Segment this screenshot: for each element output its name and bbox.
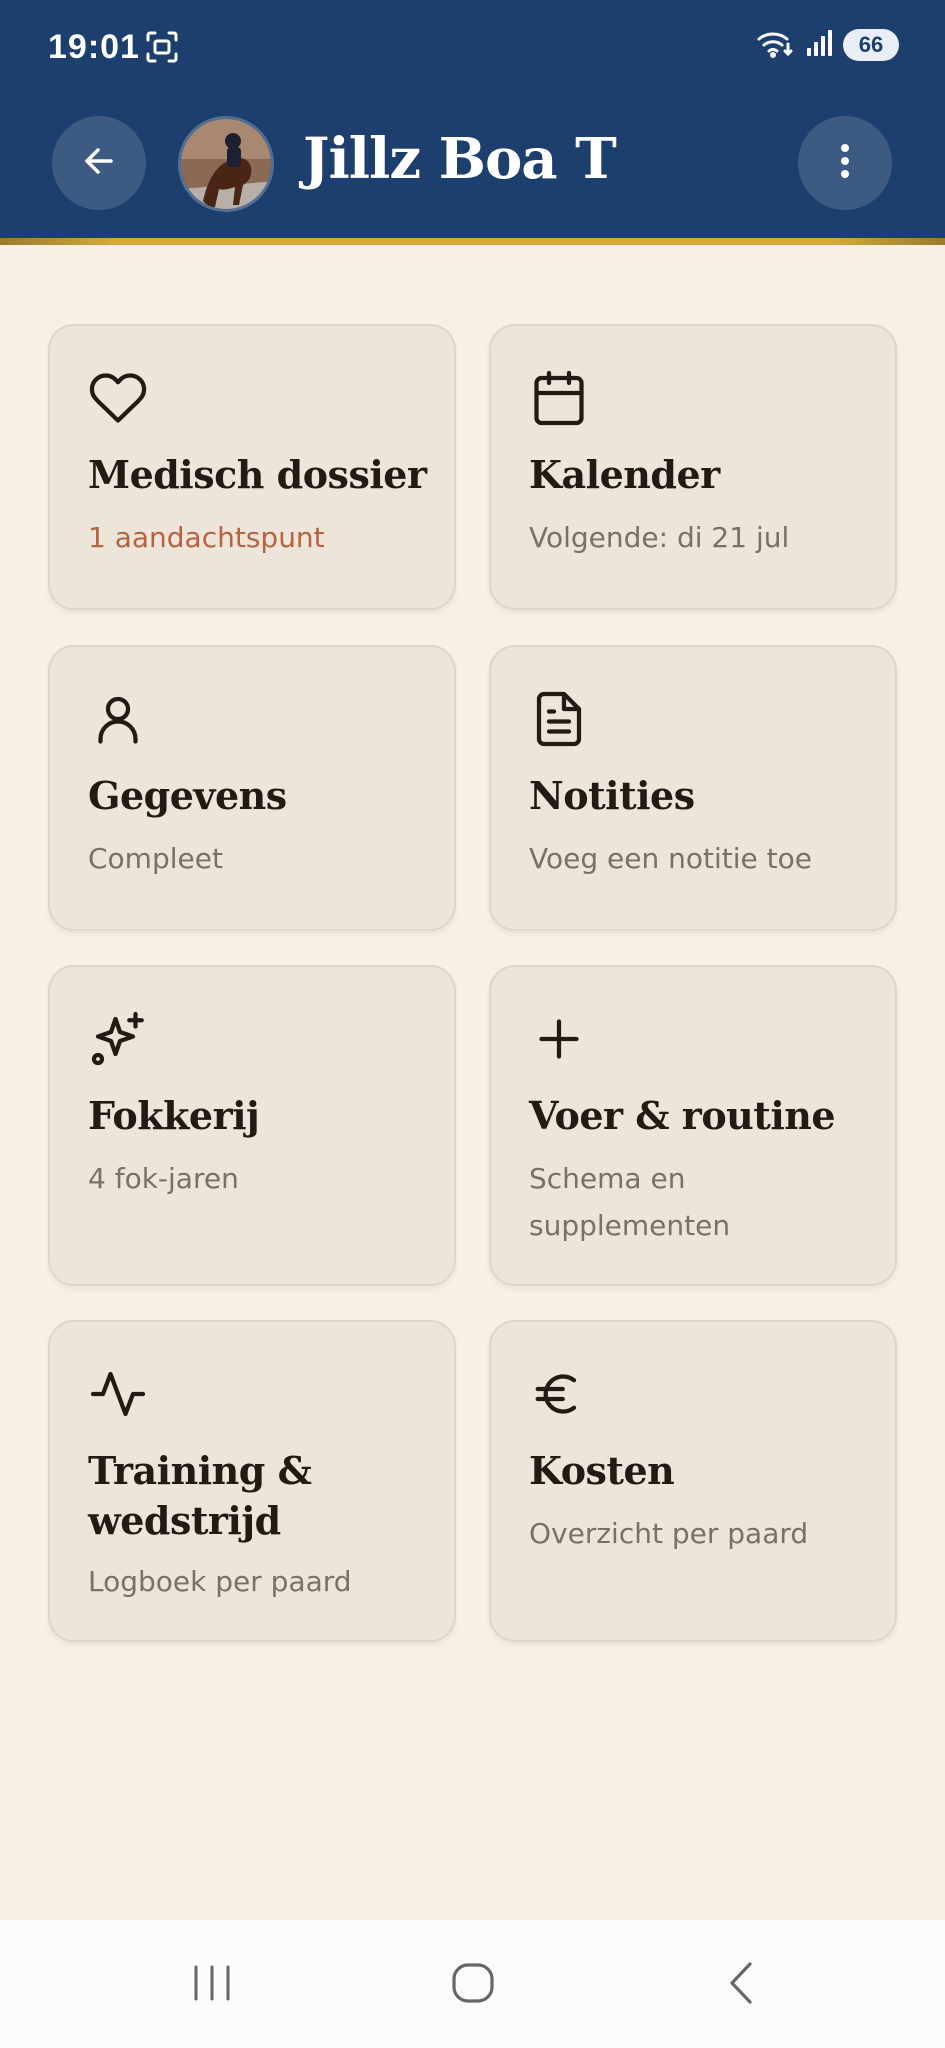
sparkles-icon xyxy=(88,1009,148,1073)
card-fokkerij[interactable]: Fokkerij 4 fok-jaren xyxy=(48,965,456,1286)
page-title: Jillz Boa T xyxy=(303,126,617,192)
plus-icon xyxy=(529,1009,589,1073)
horse-avatar xyxy=(178,116,274,212)
card-title: Kosten xyxy=(529,1448,675,1493)
document-icon xyxy=(529,689,589,753)
signal-icon xyxy=(805,28,833,62)
battery-icon: 66 xyxy=(843,29,899,61)
header-accent-line xyxy=(0,238,945,245)
home-icon xyxy=(450,1961,496,2009)
card-notities[interactable]: Notities Voeg een notitie toe xyxy=(489,645,897,931)
card-training-wedstrijd[interactable]: Training & wedstrijd Logboek per paard xyxy=(48,1320,456,1642)
card-voer-routine[interactable]: Voer & routine Schema en supplementen xyxy=(489,965,897,1286)
arrow-left-icon xyxy=(80,142,118,184)
card-subtitle: Volgende: di 21 jul xyxy=(529,521,790,554)
back-button[interactable] xyxy=(52,116,146,210)
card-kosten[interactable]: Kosten Overzicht per paard xyxy=(489,1320,897,1642)
system-navigation-bar xyxy=(0,1920,945,2048)
card-subtitle: Compleet xyxy=(88,842,223,875)
card-subtitle: Voeg een notitie toe xyxy=(529,842,812,875)
card-gegevens[interactable]: Gegevens Compleet xyxy=(48,645,456,931)
card-subtitle: Logboek per paard xyxy=(88,1565,352,1598)
card-title: Training & wedstrijd xyxy=(88,1448,312,1543)
card-subtitle: 4 fok-jaren xyxy=(88,1162,239,1195)
recent-apps-icon xyxy=(190,1963,234,2007)
card-subtitle: 1 aandachtspunt xyxy=(88,521,325,554)
heart-icon xyxy=(88,368,148,432)
status-icons: 66 xyxy=(755,28,899,62)
more-options-button[interactable] xyxy=(798,116,892,210)
card-title: Gegevens xyxy=(88,773,287,818)
card-medisch-dossier[interactable]: Medisch dossier 1 aandachtspunt xyxy=(48,324,456,610)
card-title: Voer & routine xyxy=(529,1093,836,1138)
calendar-icon xyxy=(529,368,589,432)
recent-apps-button[interactable] xyxy=(172,1950,252,2020)
screenshot-icon xyxy=(145,30,179,68)
activity-icon xyxy=(88,1364,148,1428)
card-title: Fokkerij xyxy=(88,1093,260,1138)
card-subtitle: Schema en supplementen xyxy=(529,1162,731,1242)
user-icon xyxy=(88,689,148,753)
card-title: Notities xyxy=(529,773,695,818)
card-subtitle: Overzicht per paard xyxy=(529,1517,809,1550)
card-kalender[interactable]: Kalender Volgende: di 21 jul xyxy=(489,324,897,610)
more-vertical-icon xyxy=(838,142,852,184)
status-time: 19:01 xyxy=(48,28,140,66)
euro-icon xyxy=(529,1364,589,1428)
back-icon xyxy=(724,1960,756,2010)
system-back-button[interactable] xyxy=(700,1950,780,2020)
card-title: Kalender xyxy=(529,452,720,497)
card-title: Medisch dossier xyxy=(88,452,427,497)
wifi-icon xyxy=(755,28,795,62)
home-button[interactable] xyxy=(433,1950,513,2020)
